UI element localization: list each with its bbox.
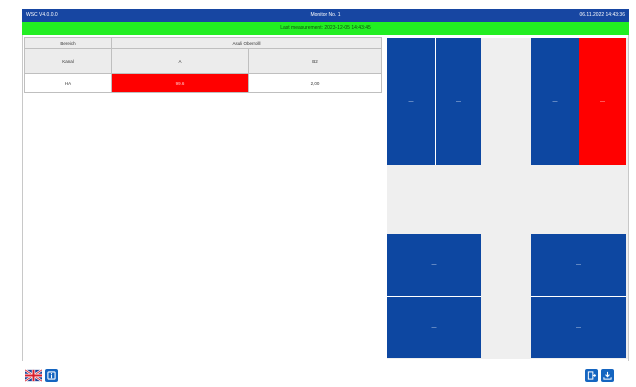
row-label-sub: Kanal: [24, 48, 112, 74]
datetime: 06.11.2022 14:43:36: [579, 12, 625, 18]
zone-bottom-right-a[interactable]: —: [531, 234, 626, 296]
zone-top-left-b[interactable]: —: [435, 38, 481, 165]
value-b-cell: 2,00: [248, 73, 382, 93]
data-table: Bereich Asuli Oberrolll Kanal A B2 HA 99…: [24, 37, 382, 93]
column-header-a: A: [111, 48, 249, 74]
zone-label: —: [431, 262, 437, 268]
app-window: WSC V4.0.0.0 Monitor No. 1 06.11.2022 14…: [0, 0, 636, 387]
zone-label: —: [456, 98, 461, 105]
zone-bottom-left-a[interactable]: —: [387, 234, 481, 296]
zone-top-right-b-alarm[interactable]: —: [579, 38, 626, 165]
zone-label: —: [576, 262, 581, 268]
value-a-cell: 99.6: [111, 73, 249, 93]
status-bar: Last measurement: 2023-12-05 14:43:45: [22, 22, 629, 35]
door-exit-icon: [587, 371, 596, 380]
layout-diagram: — — — — — — — —: [387, 38, 628, 359]
download-icon: [603, 371, 612, 380]
download-button[interactable]: [601, 369, 614, 382]
uk-flag-icon[interactable]: [25, 369, 42, 382]
column-header-b: B2: [248, 48, 382, 74]
last-measurement-text: Last measurement: 2023-12-05 14:43:45: [280, 25, 371, 31]
table-row[interactable]: HA 99.6 2,00: [24, 73, 382, 93]
group-header: Asuli Oberrolll: [111, 37, 382, 49]
zone-label: —: [408, 98, 414, 105]
title-bar: WSC V4.0.0.0 Monitor No. 1 06.11.2022 14…: [22, 9, 629, 22]
table-header-row: Bereich Asuli Oberrolll: [24, 37, 382, 49]
zone-label: —: [431, 324, 437, 331]
info-icon: [47, 371, 56, 380]
zone-label: —: [600, 98, 605, 105]
footer-bar: [22, 361, 629, 387]
zone-top-left-a[interactable]: —: [387, 38, 435, 165]
main-area: Bereich Asuli Oberrolll Kanal A B2 HA 99…: [22, 35, 629, 361]
info-button[interactable]: [45, 369, 58, 382]
row-name-cell: HA: [24, 73, 112, 93]
zone-label: —: [576, 324, 581, 331]
monitor-title: Monitor No. 1: [310, 12, 341, 18]
zone-label: —: [552, 98, 558, 105]
exit-button[interactable]: [585, 369, 598, 382]
zone-bottom-left-b[interactable]: —: [387, 296, 481, 358]
zone-bottom-right-b[interactable]: —: [531, 296, 626, 358]
zone-top-right-a[interactable]: —: [531, 38, 579, 165]
row-label-header: Bereich: [24, 37, 112, 49]
